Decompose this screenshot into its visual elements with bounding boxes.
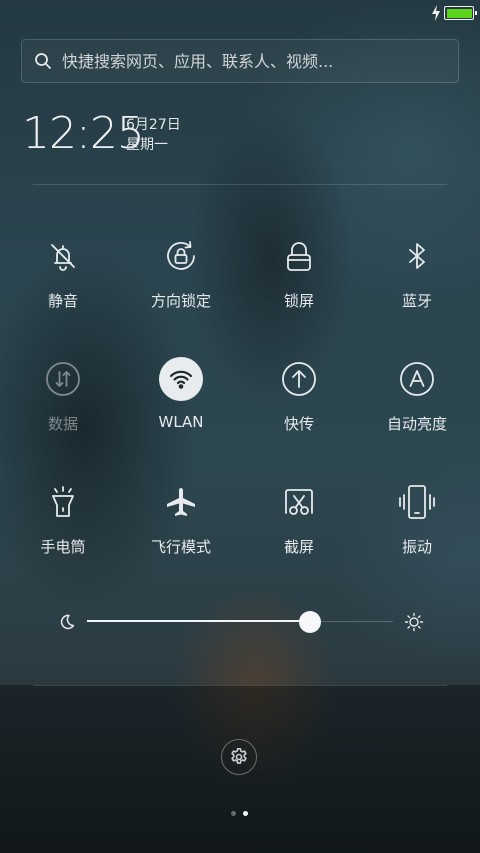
- toggle-label: 数据: [47, 415, 78, 433]
- status-bar: [0, 0, 480, 28]
- mobile-data-icon: [41, 357, 85, 401]
- moon-icon: [60, 614, 75, 630]
- airplane-icon: [159, 480, 203, 524]
- toggle-label: 飞行模式: [150, 538, 211, 556]
- auto-brightness-icon: [395, 357, 439, 401]
- toggle-label: 手电筒: [40, 538, 86, 556]
- divider-top: [33, 184, 447, 185]
- page-indicator: [231, 811, 248, 816]
- search-input[interactable]: [62, 51, 458, 71]
- brightness-thumb[interactable]: [299, 611, 322, 633]
- flashlight-icon: [41, 480, 85, 524]
- toggle-airplane-mode[interactable]: 飞行模式: [122, 480, 240, 580]
- toggle-label: 截屏: [283, 538, 314, 556]
- toggle-flashlight[interactable]: 手电筒: [4, 480, 122, 580]
- sun-icon: [404, 612, 424, 632]
- screenshot-icon: [277, 480, 321, 524]
- toggle-label: 锁屏: [283, 292, 314, 310]
- date-text: 6月27日: [126, 117, 181, 133]
- toggle-auto-brightness[interactable]: 自动亮度: [358, 357, 476, 457]
- toggle-label: 快传: [283, 415, 314, 433]
- search-bar[interactable]: [21, 39, 459, 83]
- lock-icon: [277, 234, 321, 278]
- toggle-mobile-data[interactable]: 数据: [4, 357, 122, 457]
- divider-bottom: [33, 685, 447, 686]
- toggle-label: 自动亮度: [386, 415, 447, 433]
- toggle-label: 静音: [47, 292, 78, 310]
- toggle-bluetooth[interactable]: 蓝牙: [358, 234, 476, 334]
- charging-bolt-icon: [432, 5, 440, 21]
- bell-off-icon: [41, 234, 85, 278]
- toggle-label: 蓝牙: [401, 292, 432, 310]
- toggle-lock-screen[interactable]: 锁屏: [240, 234, 358, 334]
- weekday-text: 星期一: [126, 137, 168, 153]
- toggle-label: WLAN: [158, 413, 204, 431]
- upload-circle-icon: [277, 357, 321, 401]
- battery-icon: [444, 6, 477, 20]
- rotation-lock-icon: [159, 234, 203, 278]
- search-icon: [35, 53, 51, 69]
- toggle-label: 振动: [401, 538, 432, 556]
- wifi-icon: [159, 357, 203, 401]
- bluetooth-icon: [395, 234, 439, 278]
- toggle-mute[interactable]: 静音: [4, 234, 122, 334]
- toggle-label: 方向锁定: [150, 292, 211, 310]
- gear-icon: [231, 748, 247, 764]
- toggle-quick-transfer[interactable]: 快传: [240, 357, 358, 457]
- date-block[interactable]: 6月27日 星期一: [126, 115, 181, 155]
- toggle-rotation-lock[interactable]: 方向锁定: [122, 234, 240, 334]
- toggle-screenshot[interactable]: 截屏: [240, 480, 358, 580]
- brightness-track-fill: [87, 620, 311, 622]
- settings-button[interactable]: [221, 739, 257, 775]
- toggle-vibrate[interactable]: 振动: [358, 480, 476, 580]
- page-dot-active[interactable]: [243, 811, 248, 816]
- vibrate-icon: [395, 480, 439, 524]
- brightness-slider[interactable]: [56, 606, 426, 638]
- battery-level-fill: [446, 8, 472, 18]
- toggle-wlan[interactable]: WLAN: [122, 357, 240, 457]
- page-dot[interactable]: [231, 811, 236, 816]
